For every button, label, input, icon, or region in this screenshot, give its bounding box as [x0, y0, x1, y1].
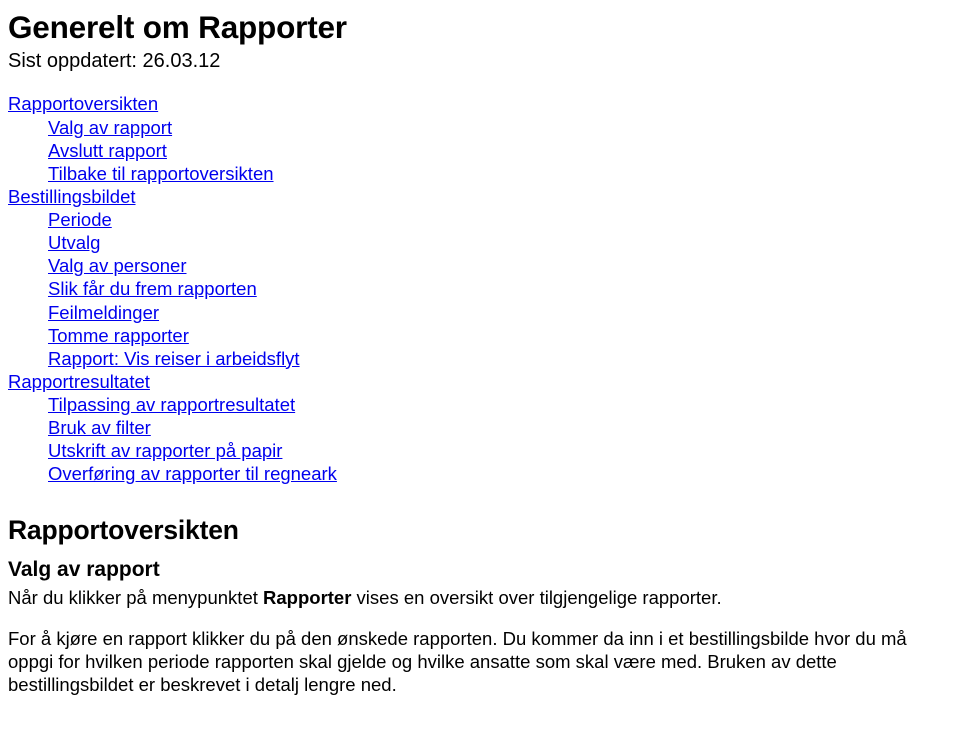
toc-link[interactable]: Rapportoversikten	[8, 93, 158, 114]
toc-link[interactable]: Tilbake til rapportoversikten	[48, 163, 274, 184]
toc-item: Bestillingsbildet	[8, 185, 952, 208]
toc-link[interactable]: Valg av rapport	[48, 117, 172, 138]
section-heading: Rapportoversikten	[8, 514, 952, 547]
paragraph-2: For å kjøre en rapport klikker du på den…	[8, 627, 952, 696]
toc-link[interactable]: Valg av personer	[48, 255, 187, 276]
toc-link[interactable]: Overføring av rapporter til regneark	[48, 463, 337, 484]
page-title: Generelt om Rapporter	[8, 8, 952, 47]
last-updated: Sist oppdatert: 26.03.12	[8, 49, 952, 74]
toc-item: Tilpassing av rapportresultatet	[8, 393, 952, 416]
toc-item: Avslutt rapport	[8, 139, 952, 162]
toc-item: Rapportresultatet	[8, 370, 952, 393]
paragraph-1-bold: Rapporter	[263, 587, 351, 608]
toc-link[interactable]: Tomme rapporter	[48, 325, 189, 346]
toc-link[interactable]: Rapport: Vis reiser i arbeidsflyt	[48, 348, 300, 369]
toc-item: Tomme rapporter	[8, 324, 952, 347]
toc-item: Overføring av rapporter til regneark	[8, 462, 952, 485]
toc-item: Valg av rapport	[8, 116, 952, 139]
toc-link[interactable]: Rapportresultatet	[8, 371, 150, 392]
toc-link[interactable]: Utskrift av rapporter på papir	[48, 440, 282, 461]
toc-link[interactable]: Tilpassing av rapportresultatet	[48, 394, 295, 415]
paragraph-1-part-a: Når du klikker på menypunktet	[8, 587, 263, 608]
toc-link[interactable]: Periode	[48, 209, 112, 230]
toc-item: Valg av personer	[8, 254, 952, 277]
toc-item: Feilmeldinger	[8, 301, 952, 324]
toc-item: Rapport: Vis reiser i arbeidsflyt	[8, 347, 952, 370]
table-of-contents: Rapportoversikten Valg av rapportAvslutt …	[8, 92, 952, 485]
toc-link[interactable]: Slik får du frem rapporten	[48, 278, 257, 299]
toc-link[interactable]: Avslutt rapport	[48, 140, 167, 161]
toc-item: Tilbake til rapportoversikten	[8, 162, 952, 185]
toc-link[interactable]: Bruk av filter	[48, 417, 151, 438]
paragraph-1-part-b: vises en oversikt over tilgjengelige rap…	[351, 587, 721, 608]
paragraph-1: Når du klikker på menypunktet Rapporter …	[8, 586, 952, 609]
toc-item: Slik får du frem rapporten	[8, 277, 952, 300]
subsection-heading: Valg av rapport	[8, 557, 952, 583]
toc-link[interactable]: Bestillingsbildet	[8, 186, 136, 207]
toc-item: Periode	[8, 208, 952, 231]
toc-item: Bruk av filter	[8, 416, 952, 439]
toc-item: Utskrift av rapporter på papir	[8, 439, 952, 462]
toc-item: Utvalg	[8, 231, 952, 254]
toc-item: Rapportoversikten	[8, 92, 952, 115]
toc-link[interactable]: Utvalg	[48, 232, 100, 253]
toc-link[interactable]: Feilmeldinger	[48, 302, 159, 323]
